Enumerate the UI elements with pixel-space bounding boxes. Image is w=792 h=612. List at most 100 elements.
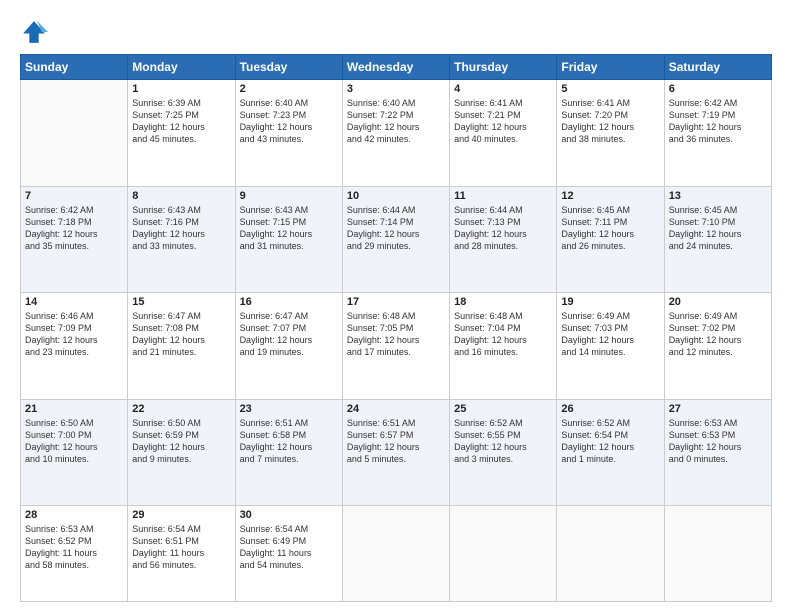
- calendar-cell: [450, 506, 557, 602]
- calendar-cell: 10Sunrise: 6:44 AM Sunset: 7:14 PM Dayli…: [342, 186, 449, 293]
- calendar-cell: 21 Sunrise: 6:50 AM Sunset: 7:00 PM Dayli…: [21, 399, 128, 506]
- calendar-week-row: 14Sunrise: 6:46 AM Sunset: 7:09 PM Dayli…: [21, 293, 772, 400]
- calendar-cell: 13Sunrise: 6:45 AM Sunset: 7:10 PM Dayli…: [664, 186, 771, 293]
- day-number: 7: [25, 190, 123, 202]
- cell-info: Sunrise: 6:49 AM Sunset: 7:03 PM Dayligh…: [561, 310, 659, 359]
- cell-info: Sunrise: 6:53 AM Sunset: 6:53 PM Dayligh…: [669, 417, 767, 466]
- calendar-cell: 26 Sunrise: 6:52 AM Sunset: 6:54 PM Dayli…: [557, 399, 664, 506]
- day-number: 23: [240, 403, 338, 415]
- calendar-cell: 18Sunrise: 6:48 AM Sunset: 7:04 PM Dayli…: [450, 293, 557, 400]
- day-number: 5: [561, 83, 659, 95]
- calendar-week-row: 21 Sunrise: 6:50 AM Sunset: 7:00 PM Dayli…: [21, 399, 772, 506]
- calendar-cell: 15 Sunrise: 6:47 AM Sunset: 7:08 PM Dayli…: [128, 293, 235, 400]
- calendar-cell: 19 Sunrise: 6:49 AM Sunset: 7:03 PM Dayli…: [557, 293, 664, 400]
- day-number: 29: [132, 509, 230, 521]
- cell-info: Sunrise: 6:52 AM Sunset: 6:55 PM Dayligh…: [454, 417, 552, 466]
- day-number: 2: [240, 83, 338, 95]
- calendar-table: SundayMondayTuesdayWednesdayThursdayFrid…: [20, 54, 772, 602]
- day-number: 10: [347, 190, 445, 202]
- day-number: 16: [240, 296, 338, 308]
- calendar-cell: 23 Sunrise: 6:51 AM Sunset: 6:58 PM Dayli…: [235, 399, 342, 506]
- cell-info: Sunrise: 6:45 AM Sunset: 7:10 PM Dayligh…: [669, 204, 767, 253]
- cell-info: Sunrise: 6:46 AM Sunset: 7:09 PM Dayligh…: [25, 310, 123, 359]
- cell-info: Sunrise: 6:39 AM Sunset: 7:25 PM Dayligh…: [132, 97, 230, 146]
- day-number: 19: [561, 296, 659, 308]
- logo: [20, 18, 52, 46]
- cell-info: Sunrise: 6:40 AM Sunset: 7:22 PM Dayligh…: [347, 97, 445, 146]
- calendar-cell: 29 Sunrise: 6:54 AM Sunset: 6:51 PM Dayli…: [128, 506, 235, 602]
- cell-info: Sunrise: 6:41 AM Sunset: 7:21 PM Dayligh…: [454, 97, 552, 146]
- calendar-cell: 27 Sunrise: 6:53 AM Sunset: 6:53 PM Dayli…: [664, 399, 771, 506]
- cell-info: Sunrise: 6:51 AM Sunset: 6:58 PM Dayligh…: [240, 417, 338, 466]
- calendar-cell: [664, 506, 771, 602]
- calendar-cell: 6Sunrise: 6:42 AM Sunset: 7:19 PM Daylig…: [664, 80, 771, 187]
- calendar-cell: 25 Sunrise: 6:52 AM Sunset: 6:55 PM Dayli…: [450, 399, 557, 506]
- day-number: 1: [132, 83, 230, 95]
- cell-info: Sunrise: 6:42 AM Sunset: 7:18 PM Dayligh…: [25, 204, 123, 253]
- calendar-cell: 22 Sunrise: 6:50 AM Sunset: 6:59 PM Dayli…: [128, 399, 235, 506]
- day-number: 9: [240, 190, 338, 202]
- calendar-cell: 17Sunrise: 6:48 AM Sunset: 7:05 PM Dayli…: [342, 293, 449, 400]
- calendar-cell: 12 Sunrise: 6:45 AM Sunset: 7:11 PM Dayli…: [557, 186, 664, 293]
- day-number: 11: [454, 190, 552, 202]
- weekday-header-row: SundayMondayTuesdayWednesdayThursdayFrid…: [21, 55, 772, 80]
- calendar-cell: [557, 506, 664, 602]
- cell-info: Sunrise: 6:50 AM Sunset: 7:00 PM Dayligh…: [25, 417, 123, 466]
- cell-info: Sunrise: 6:43 AM Sunset: 7:16 PM Dayligh…: [132, 204, 230, 253]
- cell-info: Sunrise: 6:45 AM Sunset: 7:11 PM Dayligh…: [561, 204, 659, 253]
- header: [20, 18, 772, 46]
- cell-info: Sunrise: 6:47 AM Sunset: 7:08 PM Dayligh…: [132, 310, 230, 359]
- calendar-week-row: 28 Sunrise: 6:53 AM Sunset: 6:52 PM Dayli…: [21, 506, 772, 602]
- day-number: 4: [454, 83, 552, 95]
- day-number: 20: [669, 296, 767, 308]
- calendar-cell: 11 Sunrise: 6:44 AM Sunset: 7:13 PM Dayli…: [450, 186, 557, 293]
- calendar-cell: 3Sunrise: 6:40 AM Sunset: 7:22 PM Daylig…: [342, 80, 449, 187]
- calendar-cell: 16Sunrise: 6:47 AM Sunset: 7:07 PM Dayli…: [235, 293, 342, 400]
- logo-icon: [20, 18, 48, 46]
- weekday-header-wednesday: Wednesday: [342, 55, 449, 80]
- calendar-week-row: 1 Sunrise: 6:39 AM Sunset: 7:25 PM Daylig…: [21, 80, 772, 187]
- day-number: 8: [132, 190, 230, 202]
- cell-info: Sunrise: 6:41 AM Sunset: 7:20 PM Dayligh…: [561, 97, 659, 146]
- weekday-header-tuesday: Tuesday: [235, 55, 342, 80]
- calendar-cell: 4 Sunrise: 6:41 AM Sunset: 7:21 PM Daylig…: [450, 80, 557, 187]
- day-number: 18: [454, 296, 552, 308]
- cell-info: Sunrise: 6:53 AM Sunset: 6:52 PM Dayligh…: [25, 523, 123, 572]
- day-number: 22: [132, 403, 230, 415]
- cell-info: Sunrise: 6:42 AM Sunset: 7:19 PM Dayligh…: [669, 97, 767, 146]
- day-number: 28: [25, 509, 123, 521]
- day-number: 25: [454, 403, 552, 415]
- cell-info: Sunrise: 6:49 AM Sunset: 7:02 PM Dayligh…: [669, 310, 767, 359]
- day-number: 21: [25, 403, 123, 415]
- cell-info: Sunrise: 6:51 AM Sunset: 6:57 PM Dayligh…: [347, 417, 445, 466]
- calendar-cell: 20 Sunrise: 6:49 AM Sunset: 7:02 PM Dayli…: [664, 293, 771, 400]
- cell-info: Sunrise: 6:52 AM Sunset: 6:54 PM Dayligh…: [561, 417, 659, 466]
- cell-info: Sunrise: 6:44 AM Sunset: 7:13 PM Dayligh…: [454, 204, 552, 253]
- weekday-header-sunday: Sunday: [21, 55, 128, 80]
- calendar-cell: 5 Sunrise: 6:41 AM Sunset: 7:20 PM Daylig…: [557, 80, 664, 187]
- calendar-cell: 24 Sunrise: 6:51 AM Sunset: 6:57 PM Dayli…: [342, 399, 449, 506]
- calendar-cell: 7 Sunrise: 6:42 AM Sunset: 7:18 PM Daylig…: [21, 186, 128, 293]
- calendar-cell: 8 Sunrise: 6:43 AM Sunset: 7:16 PM Daylig…: [128, 186, 235, 293]
- day-number: 12: [561, 190, 659, 202]
- cell-info: Sunrise: 6:43 AM Sunset: 7:15 PM Dayligh…: [240, 204, 338, 253]
- weekday-header-saturday: Saturday: [664, 55, 771, 80]
- cell-info: Sunrise: 6:54 AM Sunset: 6:49 PM Dayligh…: [240, 523, 338, 572]
- calendar-cell: 2Sunrise: 6:40 AM Sunset: 7:23 PM Daylig…: [235, 80, 342, 187]
- day-number: 17: [347, 296, 445, 308]
- weekday-header-thursday: Thursday: [450, 55, 557, 80]
- day-number: 30: [240, 509, 338, 521]
- day-number: 26: [561, 403, 659, 415]
- calendar-week-row: 7 Sunrise: 6:42 AM Sunset: 7:18 PM Daylig…: [21, 186, 772, 293]
- calendar-cell: [342, 506, 449, 602]
- cell-info: Sunrise: 6:54 AM Sunset: 6:51 PM Dayligh…: [132, 523, 230, 572]
- calendar-cell: 30 Sunrise: 6:54 AM Sunset: 6:49 PM Dayli…: [235, 506, 342, 602]
- day-number: 24: [347, 403, 445, 415]
- cell-info: Sunrise: 6:50 AM Sunset: 6:59 PM Dayligh…: [132, 417, 230, 466]
- calendar-cell: [21, 80, 128, 187]
- calendar-cell: 28 Sunrise: 6:53 AM Sunset: 6:52 PM Dayli…: [21, 506, 128, 602]
- calendar-cell: 14Sunrise: 6:46 AM Sunset: 7:09 PM Dayli…: [21, 293, 128, 400]
- calendar-cell: 9 Sunrise: 6:43 AM Sunset: 7:15 PM Daylig…: [235, 186, 342, 293]
- day-number: 15: [132, 296, 230, 308]
- day-number: 27: [669, 403, 767, 415]
